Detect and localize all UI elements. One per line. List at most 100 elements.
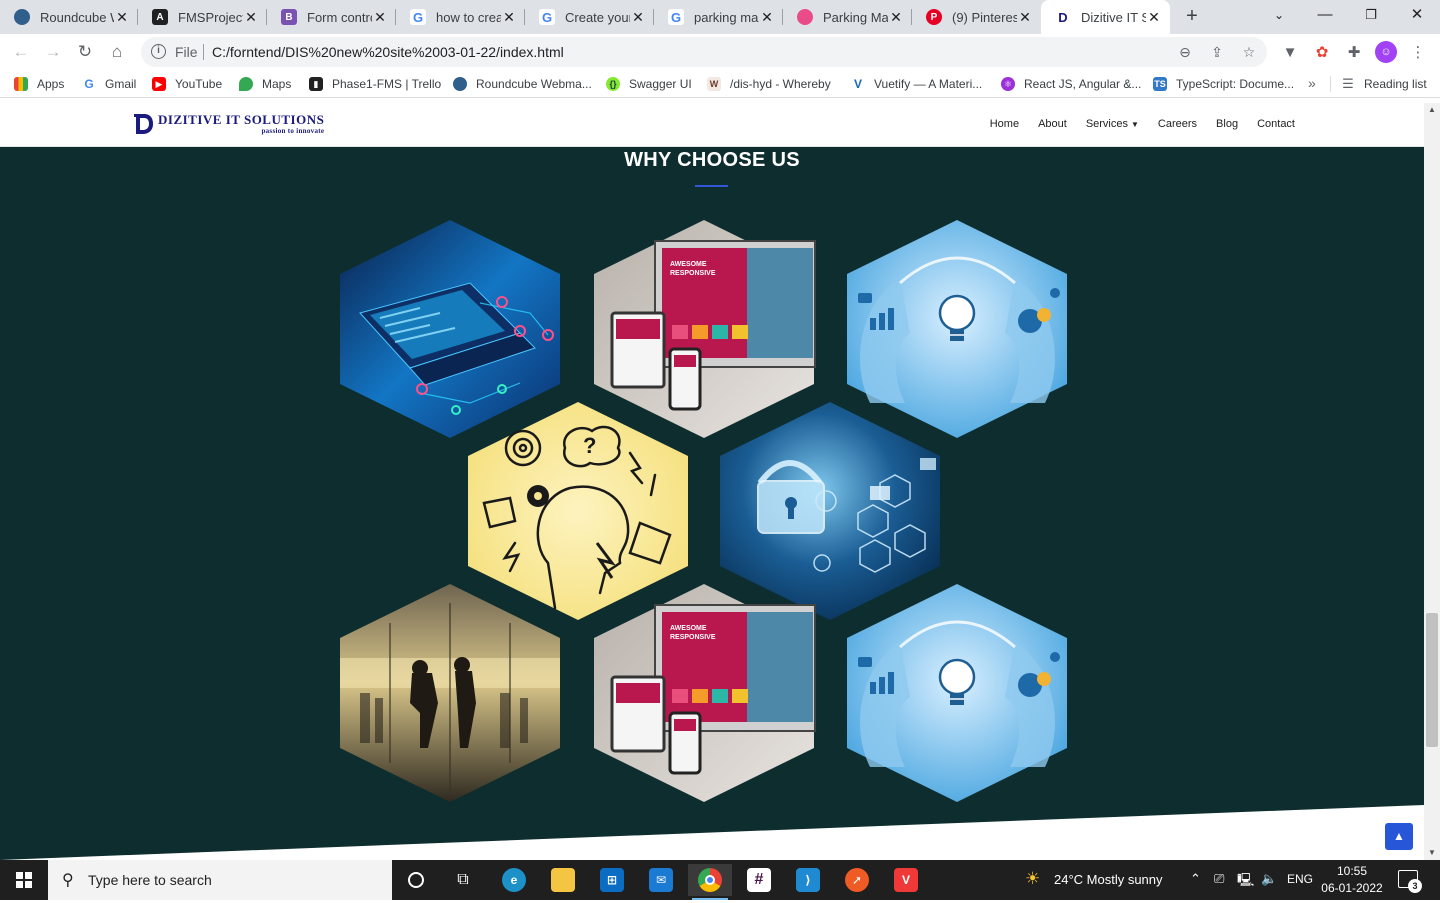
bookmark-whereby[interactable]: W /dis-hyd - Whereby [707,75,831,93]
close-icon[interactable]: ✕ [501,9,517,26]
taskbar-file-explorer[interactable] [541,864,585,896]
bootstrap-icon: B [281,9,297,25]
taskbar-slack[interactable]: # [737,864,781,896]
extensions-puzzle-icon[interactable]: ✚ [1343,42,1365,64]
tab-pinterest[interactable]: P (9) Pinterest ✕ [912,0,1041,34]
chevron-up-icon[interactable]: ⌃ [1190,871,1201,887]
share-icon[interactable]: ⇪ [1207,42,1227,62]
tab-form-controls[interactable]: B Form controls ✕ [267,0,396,34]
color-extension-icon[interactable]: ✿ [1311,42,1333,64]
scroll-to-top-button[interactable]: ▲ [1385,823,1413,850]
vuetify-extension-icon[interactable]: ▼ [1279,42,1301,64]
reading-list-button[interactable]: ☰ Reading list [1341,75,1427,93]
nav-about[interactable]: About [1038,118,1067,130]
bookmark-roundcube[interactable]: Roundcube Webma... [453,75,592,93]
folder-icon [551,868,575,892]
bookmark-apps[interactable]: Apps [14,75,64,93]
bookmark-youtube[interactable]: ▶ YouTube [152,75,222,93]
chrome-icon [698,868,722,892]
search-placeholder: Type here to search [88,872,212,888]
page-viewport: AWESOME RESPONSIVE ? AWESOME RESPONSIVE … [0,103,1424,860]
scroll-down-arrow-icon[interactable]: ▼ [1424,846,1440,860]
address-bar[interactable]: i File C:/forntend/DIS%20new%20site%2003… [141,37,1267,67]
bookmark-label: /dis-hyd - Whereby [730,77,831,91]
language-indicator[interactable]: ENG [1287,872,1313,886]
close-icon[interactable]: ✕ [888,9,904,26]
tab-create-your[interactable]: G Create your ✕ [525,0,654,34]
close-icon[interactable]: ✕ [114,9,130,26]
google-icon: G [668,9,684,25]
bookmark-react[interactable]: ⚛ React JS, Angular &... [1001,75,1141,93]
home-button[interactable]: ⌂ [104,39,130,65]
network-icon[interactable]: 🖳 [1237,871,1254,893]
tab-parking-man-dribbble[interactable]: Parking Man ✕ [783,0,912,34]
bookmark-maps[interactable]: Maps [239,75,291,93]
scroll-up-arrow-icon[interactable]: ▲ [1424,103,1440,117]
scrollbar-thumb[interactable] [1426,613,1438,747]
reload-button[interactable]: ↻ [72,39,98,65]
close-icon[interactable]: ✕ [1017,9,1033,26]
youtube-icon: ▶ [152,77,166,91]
close-icon[interactable]: ✕ [630,9,646,26]
start-button[interactable] [0,860,48,900]
vivaldi-icon: V [894,868,918,892]
meet-now-icon[interactable]: ⎚ [1214,871,1224,887]
new-tab-button[interactable]: + [1180,5,1204,29]
restore-button[interactable]: ❐ [1348,0,1394,34]
task-view-button[interactable]: ⧉ [441,864,485,896]
close-window-button[interactable]: ✕ [1394,0,1440,34]
close-icon[interactable]: ✕ [1146,9,1162,26]
nav-blog[interactable]: Blog [1216,118,1238,130]
profile-avatar[interactable]: ☺ [1375,41,1397,63]
taskbar-vivaldi[interactable]: V [884,864,928,896]
close-icon[interactable]: ✕ [372,9,388,26]
tab-parking-man-search[interactable]: G parking man ✕ [654,0,783,34]
bookmark-vuetify[interactable]: V Vuetify — A Materi... [851,75,982,93]
bookmark-swagger[interactable]: {} Swagger UI [606,75,692,93]
weather-text[interactable]: 24°C Mostly sunny [1054,872,1163,887]
cortana-button[interactable] [394,864,438,896]
taskbar-vscode[interactable]: ⟩ [786,864,830,896]
tab-search-icon[interactable]: ⌄ [1256,0,1302,34]
taskbar-mail[interactable]: ✉ [639,864,683,896]
weather-icon[interactable]: ☀ [1025,869,1040,889]
nav-careers[interactable]: Careers [1158,118,1197,130]
logo-name: DIZITIVE IT SOLUTIONS [158,112,325,127]
chrome-menu-icon[interactable]: ⋮ [1407,42,1429,64]
page-scrollbar[interactable]: ▲ ▼ [1424,103,1440,860]
tab-roundcube[interactable]: Roundcube Webmail ✕ [0,0,138,34]
bookmark-star-icon[interactable]: ☆ [1239,42,1259,62]
back-button[interactable]: ← [8,39,34,65]
close-icon[interactable]: ✕ [243,9,259,26]
title-underline [695,185,728,187]
nav-services[interactable]: Services ▼ [1086,118,1139,130]
minimize-button[interactable]: — [1302,0,1348,34]
bookmark-label: React JS, Angular &... [1024,77,1142,91]
apps-grid-icon [14,77,28,91]
logo-tagline: passion to innovate [261,127,325,135]
zoom-icon[interactable]: ⊖ [1175,42,1195,62]
url-text[interactable]: C:/forntend/DIS%20new%20site%2003-01-22/… [212,44,564,60]
site-logo[interactable]: DIZITIVE IT SOLUTIONS passion to innovat… [134,113,324,135]
bookmark-typescript[interactable]: TS TypeScript: Docume... [1153,75,1294,93]
nav-home[interactable]: Home [990,118,1019,130]
taskbar-search[interactable]: ⚲ Type here to search [48,860,392,900]
nav-contact[interactable]: Contact [1257,118,1295,130]
tab-fmsproject[interactable]: A FMSProject ✕ [138,0,267,34]
system-clock[interactable]: 10:55 06-01-2022 [1318,863,1386,897]
more-bookmarks-icon[interactable]: » [1308,75,1316,91]
taskbar-store[interactable]: ⊞ [590,864,634,896]
search-icon: ⚲ [62,872,74,889]
taskbar-chrome[interactable] [688,864,732,900]
tab-how-to-create[interactable]: G how to create ✕ [396,0,525,34]
volume-icon[interactable]: 🔈 [1261,871,1277,887]
close-icon[interactable]: ✕ [759,9,775,26]
bookmark-gmail[interactable]: G Gmail [82,75,136,93]
tab-dizitive[interactable]: D Dizitive IT Solutions ✕ [1041,0,1170,34]
taskbar-postman[interactable]: ➚ [835,864,879,896]
bookmark-trello[interactable]: ▮ Phase1-FMS | Trello [309,75,441,93]
taskbar-edge[interactable]: e [492,864,536,896]
google-icon: G [82,77,96,91]
info-icon[interactable]: i [151,44,166,59]
forward-button[interactable]: → [40,39,66,65]
